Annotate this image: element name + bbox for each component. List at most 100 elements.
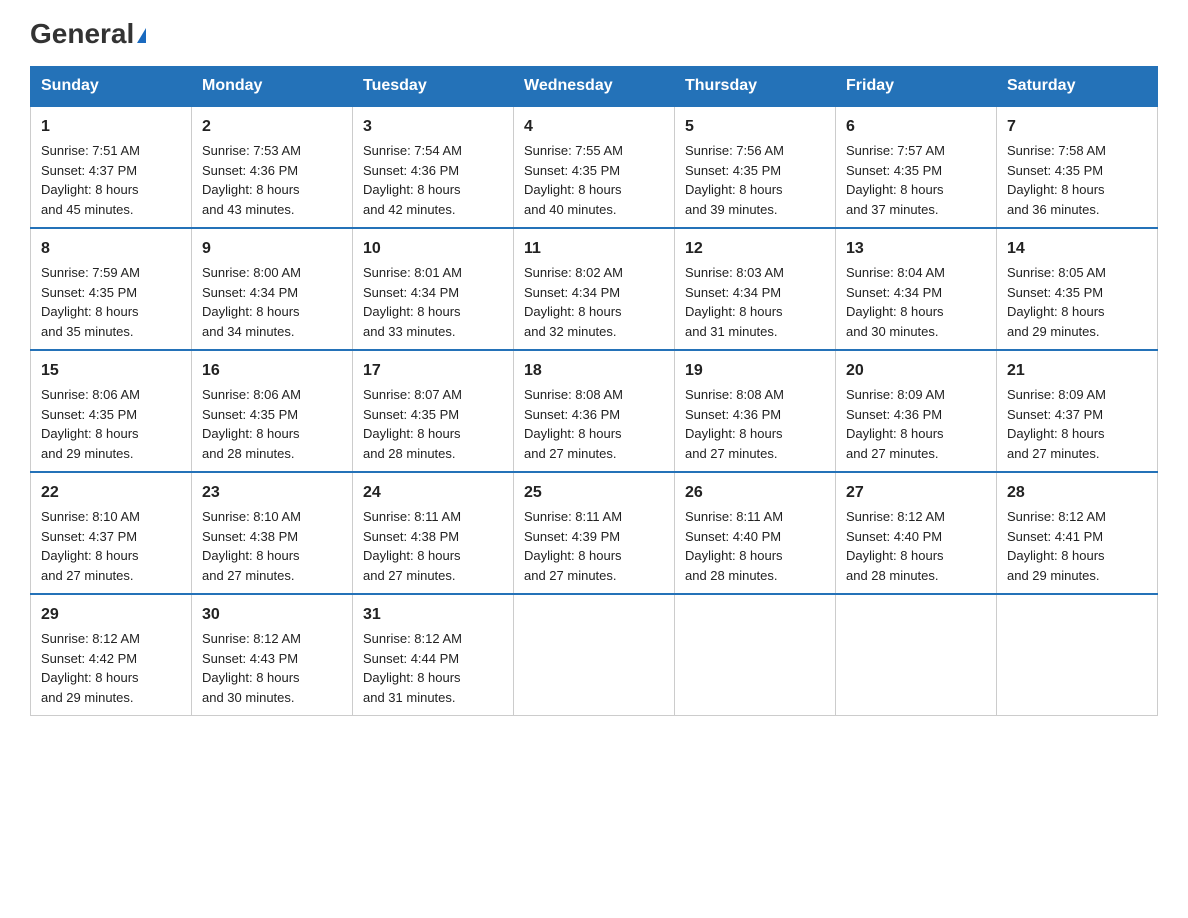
day-cell: 24 Sunrise: 8:11 AM Sunset: 4:38 PM Dayl… [353,472,514,594]
day-daylight: Daylight: 8 hoursand 33 minutes. [363,304,461,339]
day-sunset: Sunset: 4:36 PM [202,163,298,178]
page-header: General [30,20,1158,48]
week-row-5: 29 Sunrise: 8:12 AM Sunset: 4:42 PM Dayl… [31,594,1158,716]
day-cell: 22 Sunrise: 8:10 AM Sunset: 4:37 PM Dayl… [31,472,192,594]
day-cell: 4 Sunrise: 7:55 AM Sunset: 4:35 PM Dayli… [514,106,675,228]
day-number: 19 [685,359,825,383]
day-sunset: Sunset: 4:41 PM [1007,529,1103,544]
day-number: 8 [41,237,181,261]
day-number: 16 [202,359,342,383]
day-daylight: Daylight: 8 hoursand 28 minutes. [363,426,461,461]
day-daylight: Daylight: 8 hoursand 36 minutes. [1007,182,1105,217]
day-sunrise: Sunrise: 8:12 AM [41,631,140,646]
day-number: 18 [524,359,664,383]
day-sunset: Sunset: 4:37 PM [41,163,137,178]
day-cell: 26 Sunrise: 8:11 AM Sunset: 4:40 PM Dayl… [675,472,836,594]
day-sunrise: Sunrise: 8:09 AM [1007,387,1106,402]
day-daylight: Daylight: 8 hoursand 42 minutes. [363,182,461,217]
day-sunset: Sunset: 4:35 PM [41,285,137,300]
day-daylight: Daylight: 8 hoursand 45 minutes. [41,182,139,217]
day-sunset: Sunset: 4:40 PM [846,529,942,544]
day-sunrise: Sunrise: 8:12 AM [846,509,945,524]
day-cell: 7 Sunrise: 7:58 AM Sunset: 4:35 PM Dayli… [997,106,1158,228]
day-cell: 12 Sunrise: 8:03 AM Sunset: 4:34 PM Dayl… [675,228,836,350]
day-cell: 21 Sunrise: 8:09 AM Sunset: 4:37 PM Dayl… [997,350,1158,472]
day-sunset: Sunset: 4:38 PM [363,529,459,544]
day-number: 23 [202,481,342,505]
day-sunrise: Sunrise: 8:03 AM [685,265,784,280]
day-sunset: Sunset: 4:43 PM [202,651,298,666]
day-daylight: Daylight: 8 hoursand 29 minutes. [41,670,139,705]
day-cell: 18 Sunrise: 8:08 AM Sunset: 4:36 PM Dayl… [514,350,675,472]
day-cell: 29 Sunrise: 8:12 AM Sunset: 4:42 PM Dayl… [31,594,192,716]
day-sunrise: Sunrise: 8:00 AM [202,265,301,280]
logo-text-general: General [30,18,146,49]
calendar-body: 1 Sunrise: 7:51 AM Sunset: 4:37 PM Dayli… [31,106,1158,716]
day-number: 1 [41,115,181,139]
day-sunset: Sunset: 4:36 PM [363,163,459,178]
day-sunset: Sunset: 4:35 PM [363,407,459,422]
day-cell: 3 Sunrise: 7:54 AM Sunset: 4:36 PM Dayli… [353,106,514,228]
day-cell: 5 Sunrise: 7:56 AM Sunset: 4:35 PM Dayli… [675,106,836,228]
day-sunset: Sunset: 4:42 PM [41,651,137,666]
day-cell: 15 Sunrise: 8:06 AM Sunset: 4:35 PM Dayl… [31,350,192,472]
day-sunrise: Sunrise: 7:56 AM [685,143,784,158]
day-cell: 19 Sunrise: 8:08 AM Sunset: 4:36 PM Dayl… [675,350,836,472]
day-cell: 14 Sunrise: 8:05 AM Sunset: 4:35 PM Dayl… [997,228,1158,350]
day-daylight: Daylight: 8 hoursand 29 minutes. [1007,548,1105,583]
day-daylight: Daylight: 8 hoursand 28 minutes. [685,548,783,583]
day-cell [997,594,1158,716]
day-sunrise: Sunrise: 8:11 AM [363,509,461,524]
day-cell: 6 Sunrise: 7:57 AM Sunset: 4:35 PM Dayli… [836,106,997,228]
day-number: 29 [41,603,181,627]
calendar-header: SundayMondayTuesdayWednesdayThursdayFrid… [31,67,1158,107]
day-daylight: Daylight: 8 hoursand 34 minutes. [202,304,300,339]
day-sunrise: Sunrise: 8:08 AM [685,387,784,402]
day-cell: 16 Sunrise: 8:06 AM Sunset: 4:35 PM Dayl… [192,350,353,472]
day-cell: 25 Sunrise: 8:11 AM Sunset: 4:39 PM Dayl… [514,472,675,594]
day-sunrise: Sunrise: 7:55 AM [524,143,623,158]
day-cell: 10 Sunrise: 8:01 AM Sunset: 4:34 PM Dayl… [353,228,514,350]
day-sunrise: Sunrise: 7:58 AM [1007,143,1106,158]
day-sunrise: Sunrise: 7:59 AM [41,265,140,280]
day-number: 13 [846,237,986,261]
day-sunset: Sunset: 4:44 PM [363,651,459,666]
day-cell: 11 Sunrise: 8:02 AM Sunset: 4:34 PM Dayl… [514,228,675,350]
header-cell-thursday: Thursday [675,67,836,107]
day-number: 10 [363,237,503,261]
day-sunrise: Sunrise: 7:57 AM [846,143,945,158]
day-cell: 13 Sunrise: 8:04 AM Sunset: 4:34 PM Dayl… [836,228,997,350]
day-cell: 28 Sunrise: 8:12 AM Sunset: 4:41 PM Dayl… [997,472,1158,594]
day-daylight: Daylight: 8 hoursand 27 minutes. [846,426,944,461]
day-sunrise: Sunrise: 8:11 AM [524,509,622,524]
day-sunrise: Sunrise: 8:11 AM [685,509,783,524]
day-daylight: Daylight: 8 hoursand 27 minutes. [685,426,783,461]
day-sunset: Sunset: 4:38 PM [202,529,298,544]
day-sunset: Sunset: 4:35 PM [524,163,620,178]
day-cell: 8 Sunrise: 7:59 AM Sunset: 4:35 PM Dayli… [31,228,192,350]
day-sunset: Sunset: 4:35 PM [202,407,298,422]
day-sunset: Sunset: 4:34 PM [363,285,459,300]
day-sunset: Sunset: 4:35 PM [41,407,137,422]
day-daylight: Daylight: 8 hoursand 27 minutes. [1007,426,1105,461]
day-number: 6 [846,115,986,139]
day-number: 17 [363,359,503,383]
day-daylight: Daylight: 8 hoursand 32 minutes. [524,304,622,339]
day-sunset: Sunset: 4:34 PM [685,285,781,300]
day-sunset: Sunset: 4:35 PM [1007,163,1103,178]
day-sunset: Sunset: 4:34 PM [524,285,620,300]
day-daylight: Daylight: 8 hoursand 39 minutes. [685,182,783,217]
header-cell-tuesday: Tuesday [353,67,514,107]
day-number: 5 [685,115,825,139]
day-number: 7 [1007,115,1147,139]
day-daylight: Daylight: 8 hoursand 31 minutes. [363,670,461,705]
day-daylight: Daylight: 8 hoursand 28 minutes. [202,426,300,461]
day-daylight: Daylight: 8 hoursand 35 minutes. [41,304,139,339]
day-sunset: Sunset: 4:39 PM [524,529,620,544]
logo-top: General [30,20,146,48]
day-sunrise: Sunrise: 8:04 AM [846,265,945,280]
week-row-2: 8 Sunrise: 7:59 AM Sunset: 4:35 PM Dayli… [31,228,1158,350]
day-cell: 20 Sunrise: 8:09 AM Sunset: 4:36 PM Dayl… [836,350,997,472]
header-cell-friday: Friday [836,67,997,107]
header-cell-sunday: Sunday [31,67,192,107]
